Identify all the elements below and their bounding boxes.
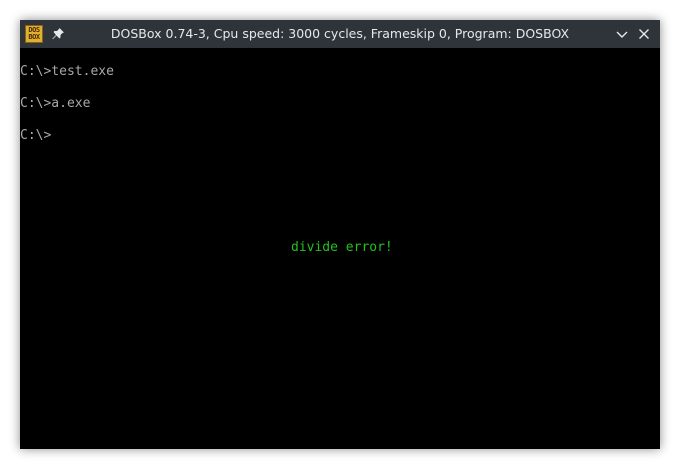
dosbox-icon[interactable]: DOS BOX <box>25 25 43 43</box>
pin-icon[interactable] <box>50 26 66 42</box>
window-title: DOSBox 0.74-3, Cpu speed: 3000 cycles, F… <box>110 26 570 41</box>
dosbox-window: DOS BOX DOSBox 0.74-3, Cpu speed: 3000 c… <box>20 20 660 449</box>
console-line: C:\>a.exe <box>20 96 91 111</box>
error-message: divide error! <box>291 240 393 255</box>
chevron-down-icon[interactable] <box>614 26 630 42</box>
title-bar[interactable]: DOS BOX DOSBox 0.74-3, Cpu speed: 3000 c… <box>20 20 660 48</box>
close-icon[interactable] <box>636 26 652 42</box>
console-prompt: C:\> <box>20 128 52 143</box>
console-area[interactable]: C:\>test.exe C:\>a.exe C:\> divide error… <box>20 48 660 449</box>
app-icon-text-bottom: BOX <box>28 33 40 41</box>
console-line: C:\>test.exe <box>20 64 114 79</box>
